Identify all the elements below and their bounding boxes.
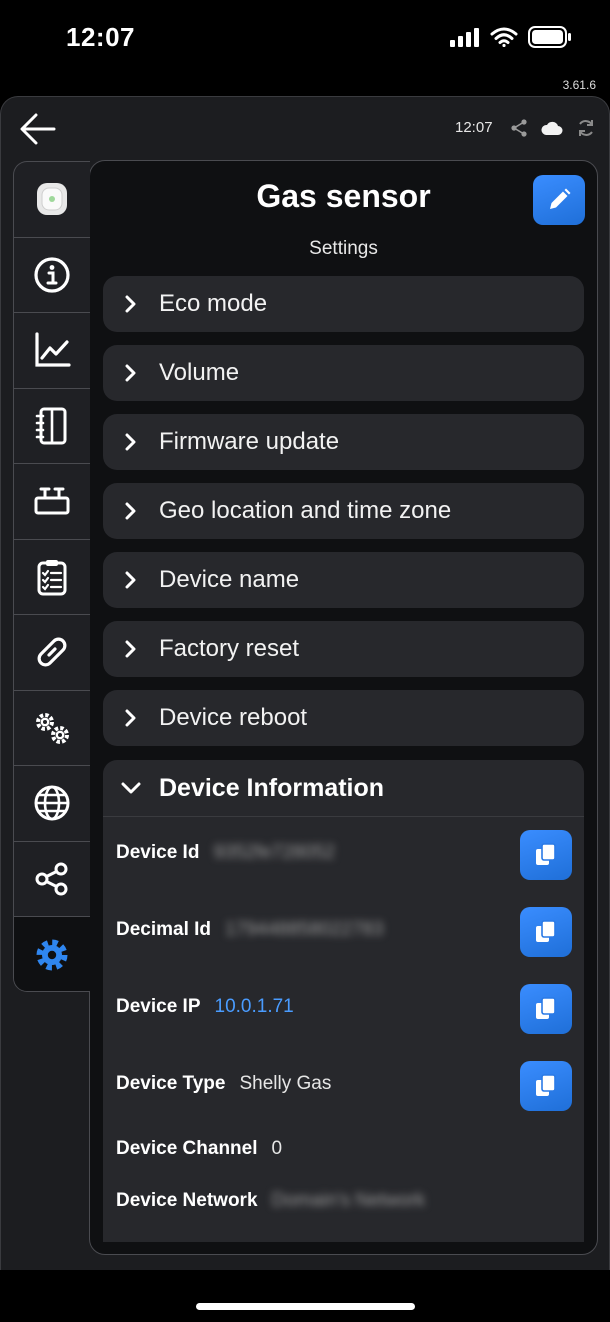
rail-item-info[interactable] bbox=[14, 238, 90, 313]
wifi-icon bbox=[490, 27, 518, 47]
info-row-device-type: Device Type Shelly Gas bbox=[116, 1073, 331, 1095]
copy-icon bbox=[536, 1074, 556, 1096]
copy-device-id-button[interactable] bbox=[520, 830, 572, 880]
status-bar: 12:07 bbox=[0, 0, 610, 78]
rail-item-settings[interactable] bbox=[14, 917, 90, 991]
share-nodes-icon bbox=[35, 862, 68, 896]
rail-item-links[interactable] bbox=[14, 615, 90, 691]
cloud-icon[interactable] bbox=[540, 118, 564, 138]
copy-device-ip-button[interactable] bbox=[520, 984, 572, 1034]
device-icon bbox=[37, 183, 67, 216]
section-label: Device reboot bbox=[159, 704, 308, 731]
section-device-name[interactable]: Device name bbox=[103, 552, 584, 608]
share-icon[interactable] bbox=[509, 118, 529, 138]
copy-decimal-id-button[interactable] bbox=[520, 907, 572, 957]
device-ip-link[interactable]: 10.0.1.71 bbox=[215, 996, 294, 1018]
link-icon bbox=[37, 637, 67, 667]
info-value: 179448858022783 bbox=[225, 919, 384, 940]
chevron-right-icon bbox=[125, 295, 136, 313]
signal-icon bbox=[450, 28, 479, 47]
rail-item-internet[interactable] bbox=[14, 766, 90, 842]
rail-item-sharing[interactable] bbox=[14, 842, 90, 917]
rail-item-device[interactable] bbox=[14, 162, 90, 238]
rail-item-logs[interactable] bbox=[14, 389, 90, 464]
chart-icon bbox=[35, 332, 71, 367]
device-information-card: Device Information Device Id 9352fe72805… bbox=[103, 760, 584, 1242]
app-version: 3.61.6 bbox=[562, 78, 596, 92]
settings-gear-icon bbox=[36, 939, 68, 971]
section-geo-location[interactable]: Geo location and time zone bbox=[103, 483, 584, 539]
copy-icon bbox=[536, 997, 556, 1019]
notebook-icon bbox=[35, 407, 67, 445]
side-rail bbox=[13, 161, 90, 992]
device-information-header[interactable]: Device Information bbox=[103, 760, 584, 817]
battery-icon bbox=[528, 26, 571, 48]
section-factory-reset[interactable]: Factory reset bbox=[103, 621, 584, 677]
copy-icon bbox=[536, 843, 556, 865]
page-title: Gas sensor bbox=[256, 178, 431, 214]
pencil-icon bbox=[550, 188, 571, 209]
info-key: Device Network bbox=[116, 1190, 258, 1211]
info-value: Shelly Gas bbox=[239, 1073, 332, 1094]
section-device-reboot[interactable]: Device reboot bbox=[103, 690, 584, 746]
copy-icon bbox=[536, 920, 556, 942]
rail-item-advanced[interactable] bbox=[14, 691, 90, 766]
home-area bbox=[0, 1270, 610, 1322]
section-label: Eco mode bbox=[159, 290, 268, 317]
chevron-right-icon bbox=[125, 709, 136, 727]
info-row-device-id: Device Id 9352fe728052 bbox=[116, 842, 335, 864]
section-volume[interactable]: Volume bbox=[103, 345, 584, 401]
info-key: Decimal Id bbox=[116, 919, 212, 940]
info-row-decimal-id: Decimal Id 179448858022783 bbox=[116, 919, 384, 941]
info-row-device-ip: Device IP 10.0.1.71 bbox=[116, 996, 294, 1018]
info-key: Device Channel bbox=[116, 1138, 258, 1159]
copy-device-type-button[interactable] bbox=[520, 1061, 572, 1111]
info-row-device-network: Device Network Domain's Network bbox=[116, 1190, 425, 1212]
info-value: Domain's Network bbox=[271, 1190, 426, 1211]
globe-icon bbox=[34, 785, 70, 821]
section-label: Firmware update bbox=[159, 428, 340, 455]
section-label: Volume bbox=[159, 359, 240, 386]
info-value: 0 bbox=[271, 1138, 283, 1159]
checklist-icon bbox=[37, 559, 67, 596]
info-value: 9352fe728052 bbox=[213, 842, 335, 863]
refresh-icon[interactable] bbox=[576, 118, 596, 138]
status-time: 12:07 bbox=[66, 22, 135, 52]
section-eco-mode[interactable]: Eco mode bbox=[103, 276, 584, 332]
info-key: Device Type bbox=[116, 1073, 226, 1094]
rail-item-actions[interactable] bbox=[14, 540, 90, 615]
info-row-device-channel: Device Channel 0 bbox=[116, 1138, 282, 1160]
section-label: Factory reset bbox=[159, 635, 300, 662]
rail-item-scenes[interactable] bbox=[14, 464, 90, 540]
section-firmware-update[interactable]: Firmware update bbox=[103, 414, 584, 470]
chevron-right-icon bbox=[125, 433, 136, 451]
info-key: Device Id bbox=[116, 842, 200, 863]
chevron-right-icon bbox=[125, 502, 136, 520]
chevron-right-icon bbox=[125, 364, 136, 382]
rail-item-statistics[interactable] bbox=[14, 313, 90, 389]
info-key: Device IP bbox=[116, 996, 201, 1017]
chevron-right-icon bbox=[125, 640, 136, 658]
section-label: Device name bbox=[159, 566, 300, 593]
scenes-icon bbox=[34, 487, 70, 515]
chevron-right-icon bbox=[125, 571, 136, 589]
back-arrow-icon bbox=[20, 113, 56, 145]
gears-icon bbox=[36, 712, 69, 744]
edit-button[interactable] bbox=[533, 175, 585, 225]
section-label: Geo location and time zone bbox=[159, 497, 452, 524]
top-bar-time: 12:07 bbox=[455, 119, 493, 136]
page-subtitle: Settings bbox=[309, 238, 378, 259]
info-icon bbox=[34, 257, 70, 293]
device-information-title: Device Information bbox=[159, 773, 385, 802]
chevron-down-icon bbox=[121, 782, 141, 794]
status-icons bbox=[450, 26, 572, 48]
home-indicator[interactable] bbox=[196, 1303, 415, 1310]
back-button[interactable] bbox=[20, 112, 56, 146]
